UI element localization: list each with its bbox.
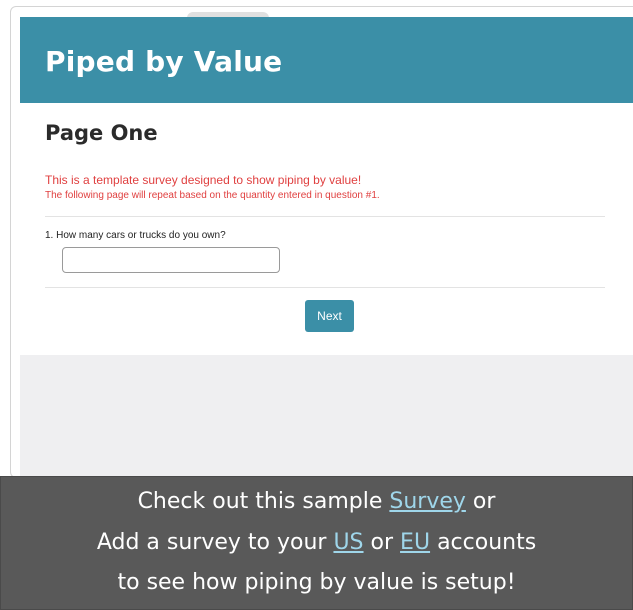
survey-header: Piped by Value <box>20 17 633 103</box>
banner-line2: Add a survey to your US or EU accounts <box>1 530 632 555</box>
next-button[interactable]: Next <box>305 300 354 332</box>
banner-line3: to see how piping by value is setup! <box>117 570 516 595</box>
banner-text: or <box>472 489 496 514</box>
eu-account-link[interactable]: EU <box>400 530 430 555</box>
banner-line1: Check out this sample Survey or <box>1 489 632 514</box>
browser-frame: Piped by Value Page One This is a templa… <box>10 6 633 478</box>
survey-title: Piped by Value <box>45 45 283 78</box>
page-background <box>20 355 633 477</box>
survey-page: Page One This is a template survey desig… <box>20 103 633 355</box>
intro-text-line1: This is a template survey designed to sh… <box>45 173 362 187</box>
banner-text: or <box>370 530 394 555</box>
banner-text: accounts <box>437 530 537 555</box>
question-label: 1. How many cars or trucks do you own? <box>45 230 226 241</box>
banner-text: Add a survey to your <box>96 530 327 555</box>
info-banner: Check out this sample Survey or Add a su… <box>0 476 633 610</box>
intro-text-line2: The following page will repeat based on … <box>45 190 380 201</box>
divider <box>45 216 605 217</box>
sample-survey-link[interactable]: Survey <box>389 489 466 514</box>
divider <box>45 287 605 288</box>
banner-text: Check out this sample <box>137 489 383 514</box>
quantity-input[interactable] <box>62 247 280 273</box>
page-title: Page One <box>45 121 158 145</box>
us-account-link[interactable]: US <box>333 530 363 555</box>
